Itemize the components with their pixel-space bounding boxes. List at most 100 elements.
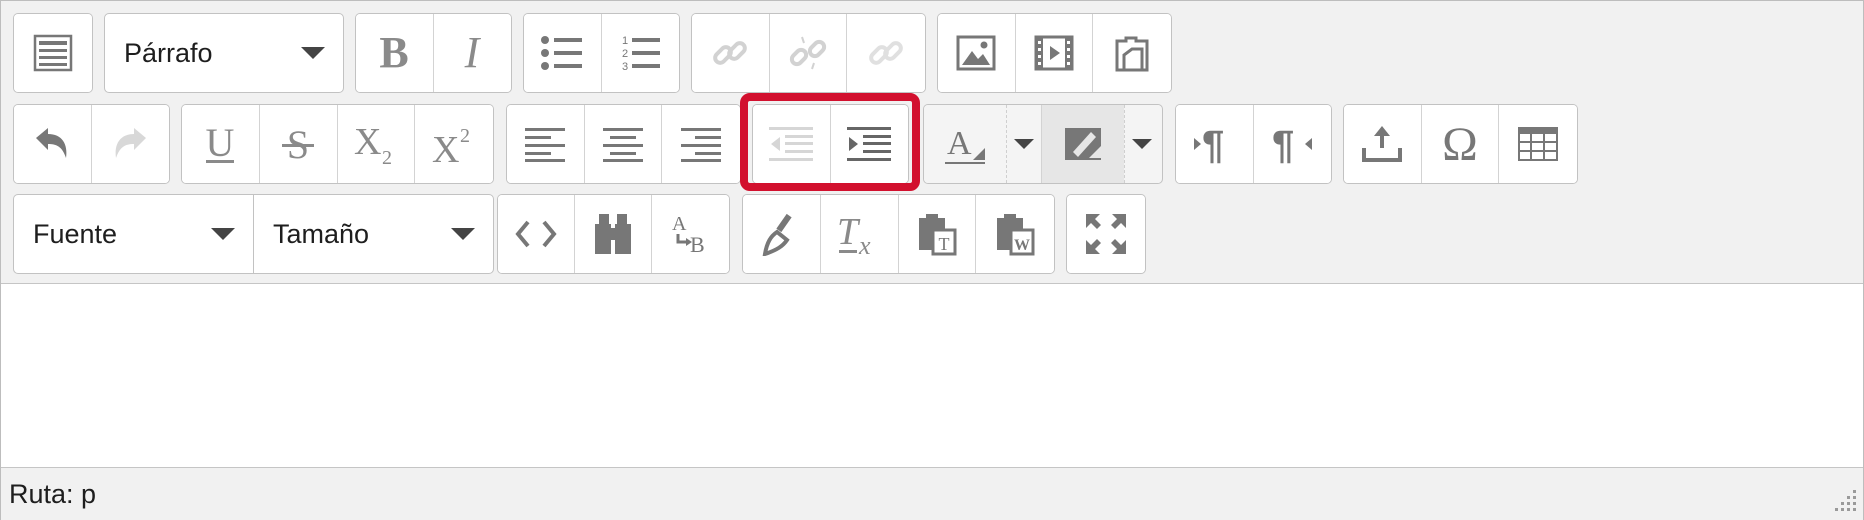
remove-format-button[interactable]: Tx xyxy=(820,195,899,273)
svg-text:X: X xyxy=(354,122,381,163)
indent-icon xyxy=(847,127,892,161)
ltr-button[interactable]: ¶ xyxy=(1176,105,1254,183)
link-button[interactable] xyxy=(692,14,770,92)
outdent-icon xyxy=(769,127,814,161)
format-select[interactable]: Párrafo xyxy=(104,13,344,93)
paste-text-button[interactable]: T xyxy=(898,195,977,273)
unlink-icon xyxy=(789,36,827,70)
media-button[interactable] xyxy=(1015,14,1094,92)
text-color-button[interactable]: A xyxy=(924,105,1006,183)
svg-text:B: B xyxy=(690,232,705,256)
underline-button[interactable]: U xyxy=(182,105,260,183)
upload-icon xyxy=(1362,126,1403,162)
align-right-icon xyxy=(681,128,722,162)
outdent-button[interactable] xyxy=(753,105,831,183)
color-group: A xyxy=(923,104,1163,184)
svg-text:U: U xyxy=(206,122,235,165)
svg-text:A: A xyxy=(947,125,972,162)
superscript-button[interactable]: X2 xyxy=(415,105,493,183)
underline-icon: U xyxy=(206,122,235,165)
chevron-down-icon xyxy=(211,228,235,240)
svg-text:A: A xyxy=(672,213,687,235)
align-right-button[interactable] xyxy=(662,105,740,183)
font-family-select[interactable]: Fuente xyxy=(13,194,253,274)
svg-text:W: W xyxy=(1014,237,1030,254)
find-button[interactable] xyxy=(575,195,652,273)
resize-handle-icon[interactable] xyxy=(1829,486,1859,516)
strikethrough-button[interactable]: S xyxy=(259,105,338,183)
svg-text:¶: ¶ xyxy=(1272,123,1294,166)
bullet-list-icon xyxy=(541,36,583,70)
text-decoration-group: U S X2 X2 xyxy=(181,104,494,184)
replace-icon: AB xyxy=(672,213,705,256)
media-icon xyxy=(1034,35,1074,71)
background-color-dropdown[interactable] xyxy=(1124,105,1159,183)
media-group xyxy=(937,13,1172,93)
text-color-split-button: A xyxy=(924,105,1042,183)
chevron-down-icon xyxy=(301,47,325,59)
svg-text:2: 2 xyxy=(382,147,392,166)
chevron-down-icon xyxy=(451,228,475,240)
subscript-icon: X2 xyxy=(354,122,392,166)
binoculars-icon xyxy=(595,214,631,254)
table-icon xyxy=(1518,127,1559,161)
svg-text:2: 2 xyxy=(460,125,470,147)
editor-toolbar: Párrafo B I 123 U X 2 X 2 A ¶ ¶ Ω Fuente… xyxy=(1,1,1863,284)
link-group xyxy=(691,13,926,93)
source-code-button[interactable] xyxy=(498,195,575,273)
paste-word-button[interactable]: W xyxy=(976,195,1054,273)
toolbar-toggle-button[interactable] xyxy=(14,14,92,92)
anchor-link-icon xyxy=(869,41,904,65)
bold-icon: B xyxy=(380,31,409,75)
cleanup-button[interactable] xyxy=(743,195,821,273)
history-group xyxy=(13,104,170,184)
indent-group xyxy=(752,104,909,184)
align-left-icon xyxy=(525,128,566,162)
toolbar-toggle-group xyxy=(13,13,93,93)
toolbar-toggle-icon xyxy=(33,34,73,72)
chevron-down-icon xyxy=(1132,139,1152,149)
list-group: 123 xyxy=(523,13,680,93)
paste-word-icon: W xyxy=(997,214,1035,256)
manage-files-icon xyxy=(1115,36,1149,72)
svg-text:¶: ¶ xyxy=(1202,123,1224,166)
indent-button[interactable] xyxy=(830,105,908,183)
bullet-list-button[interactable] xyxy=(524,14,602,92)
anchor-link-button[interactable] xyxy=(847,14,925,92)
fullscreen-group xyxy=(1066,194,1146,274)
svg-text:T: T xyxy=(837,212,861,253)
unlink-button[interactable] xyxy=(769,14,848,92)
font-size-select[interactable]: Tamaño xyxy=(253,194,494,274)
italic-button[interactable]: I xyxy=(433,14,511,92)
upload-button[interactable] xyxy=(1344,105,1422,183)
undo-button[interactable] xyxy=(14,105,92,183)
align-center-button[interactable] xyxy=(584,105,663,183)
text-color-dropdown[interactable] xyxy=(1006,105,1041,183)
link-icon xyxy=(713,41,748,65)
rtl-button[interactable]: ¶ xyxy=(1253,105,1331,183)
align-left-button[interactable] xyxy=(507,105,585,183)
format-select-value: Párrafo xyxy=(124,37,213,68)
fullscreen-button[interactable] xyxy=(1067,195,1145,273)
cleanup-group: Tx T W xyxy=(742,194,1055,274)
svg-text:B: B xyxy=(380,31,409,75)
table-button[interactable] xyxy=(1499,105,1577,183)
text-color-icon: A xyxy=(945,125,985,164)
numbered-list-button[interactable]: 123 xyxy=(601,14,679,92)
image-button[interactable] xyxy=(938,14,1016,92)
superscript-icon: X2 xyxy=(432,125,470,166)
subscript-button[interactable]: X2 xyxy=(337,105,416,183)
font-family-select-value: Fuente xyxy=(33,218,118,249)
editor-content-area[interactable] xyxy=(1,284,1863,467)
direction-group: ¶ ¶ xyxy=(1175,104,1332,184)
align-center-icon xyxy=(603,128,643,162)
background-color-button[interactable] xyxy=(1042,105,1124,183)
strikethrough-icon: S xyxy=(282,122,315,166)
manage-files-button[interactable] xyxy=(1093,14,1171,92)
redo-button[interactable] xyxy=(91,105,169,183)
special-character-button[interactable]: Ω xyxy=(1421,105,1500,183)
undo-icon xyxy=(36,128,67,158)
replace-button[interactable]: AB xyxy=(652,195,729,273)
numbered-list-icon: 123 xyxy=(622,35,661,73)
bold-button[interactable]: B xyxy=(356,14,434,92)
